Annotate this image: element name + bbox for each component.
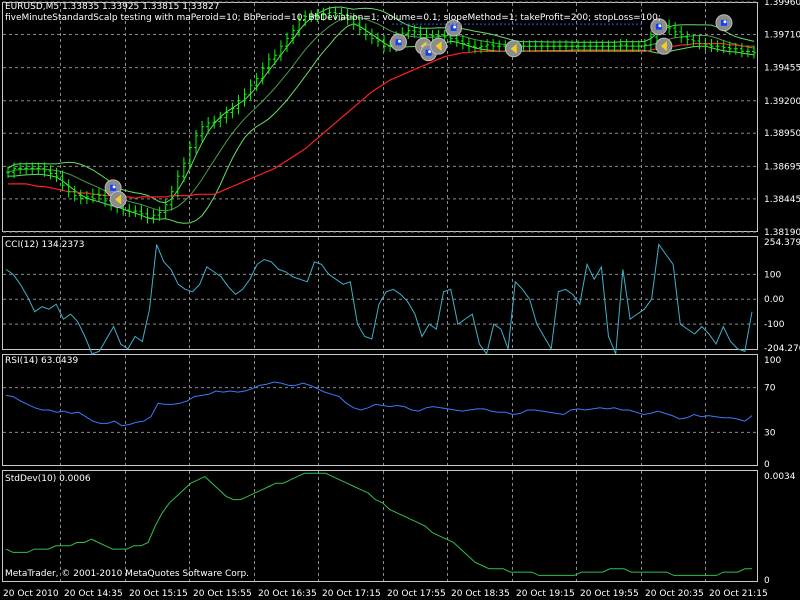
stddev-pane-border bbox=[2, 470, 758, 582]
time-axis-tick: 20 Oct 15:55 bbox=[193, 589, 252, 599]
bollinger-middle-line bbox=[7, 16, 755, 212]
rsi-axis-tick: 100 bbox=[764, 356, 781, 366]
trade-dot-icon bbox=[723, 20, 727, 24]
rsi-label: RSI(14) 63.0439 bbox=[5, 356, 79, 366]
price-axis-tick: 1.38190 bbox=[764, 228, 800, 238]
ea-settings-label: fiveMinuteStandardScalp testing with maP… bbox=[5, 13, 661, 23]
cci-axis-tick: 254.3792 bbox=[764, 238, 800, 248]
price-axis-tick: 1.39960 bbox=[764, 0, 800, 8]
cci-axis-tick: 0.00 bbox=[764, 295, 784, 305]
time-axis-tick: 20 Oct 18:35 bbox=[451, 589, 510, 599]
rsi-axis-tick: 70 bbox=[764, 384, 776, 394]
price-axis-tick: 1.38695 bbox=[764, 162, 800, 172]
time-axis-tick: 20 Oct 17:15 bbox=[322, 589, 381, 599]
stddev-axis-tick: 0 bbox=[764, 576, 770, 586]
price-axis-tick: 1.39455 bbox=[764, 64, 800, 74]
cci-axis-tick: 100 bbox=[764, 270, 781, 280]
time-axis-tick: 20 Oct 21:15 bbox=[709, 589, 768, 599]
price-axis-tick: 1.39710 bbox=[764, 30, 800, 40]
price-axis-tick: 1.39200 bbox=[764, 97, 800, 107]
rsi-line bbox=[5, 381, 753, 427]
price-axis-tick: 1.38950 bbox=[764, 129, 800, 139]
trade-dot-icon bbox=[658, 24, 662, 28]
symbol-header: EURUSD,M5 1.33835 1.33925 1.33815 1.3382… bbox=[5, 2, 220, 12]
stddev-label: StdDev(10) 0.0006 bbox=[5, 474, 91, 484]
time-axis-tick: 20 Oct 20:35 bbox=[645, 589, 704, 599]
time-axis-tick: 20 Oct 15:15 bbox=[129, 589, 188, 599]
rsi-pane-border bbox=[2, 354, 758, 466]
cci-label: CCI(12) 134.2373 bbox=[5, 240, 85, 250]
time-axis-tick: 20 Oct 16:35 bbox=[258, 589, 317, 599]
rsi-axis-tick: 30 bbox=[764, 428, 776, 438]
time-axis-tick: 20 Oct 2010 bbox=[3, 589, 59, 599]
trade-dot-icon bbox=[112, 185, 116, 189]
trade-dot-icon bbox=[398, 39, 402, 43]
time-axis-tick: 20 Oct 14:35 bbox=[64, 589, 123, 599]
moving-average-line bbox=[8, 43, 754, 199]
rsi-axis-tick: 0 bbox=[764, 460, 770, 470]
time-axis-tick: 20 Oct 17:55 bbox=[387, 589, 446, 599]
time-axis-tick: 20 Oct 19:15 bbox=[516, 589, 575, 599]
bollinger-upper-line bbox=[7, 6, 755, 204]
time-axis-tick: 20 Oct 19:55 bbox=[580, 589, 639, 599]
cci-axis-tick: -100 bbox=[764, 320, 785, 330]
copyright-label: MetaTrader, © 2001-2010 MetaQuotes Softw… bbox=[5, 569, 250, 579]
trade-dot-icon bbox=[453, 25, 457, 29]
stddev-axis-tick: 0.0034 bbox=[764, 472, 796, 482]
price-axis-tick: 1.38445 bbox=[764, 195, 800, 205]
chart-canvas: 1.39960 1.39710 1.39455 1.39200 1.38950 1.386… bbox=[2, 0, 800, 599]
trade-dot-icon bbox=[428, 50, 432, 54]
stddev-line bbox=[5, 472, 752, 576]
cci-axis-tick: -204.270 bbox=[764, 344, 800, 354]
